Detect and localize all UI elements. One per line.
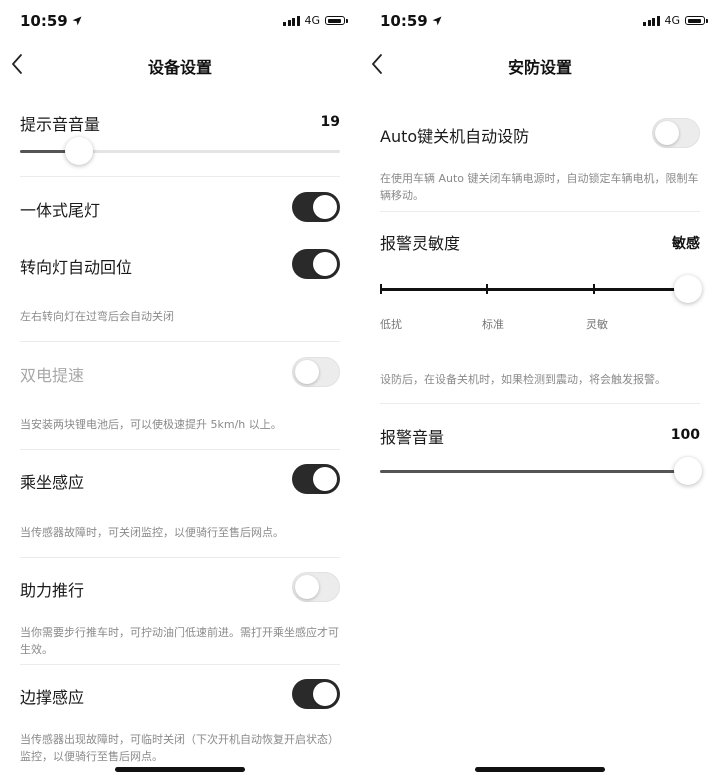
- integrated-taillight-label: 一体式尾灯: [20, 201, 101, 220]
- auto-lock-toggle[interactable]: [652, 118, 700, 148]
- status-time-text: 10:59: [20, 12, 68, 30]
- prompt-volume-thumb[interactable]: [64, 137, 93, 165]
- turn-signal-auto-reset-toggle[interactable]: [292, 249, 340, 279]
- location-arrow-icon: [432, 16, 442, 26]
- home-indicator[interactable]: [475, 767, 605, 772]
- battery-icon: [685, 16, 708, 25]
- battery-icon: [325, 16, 348, 25]
- dual-battery-boost-label: 双电提速: [20, 366, 85, 385]
- sensitivity-tick-0: [380, 284, 382, 294]
- seat-sensor-desc: 当传感器故障时，可关闭监控，以便骑行至售后网点。: [20, 526, 284, 539]
- alarm-volume-value: 100: [670, 427, 700, 443]
- network-type: 4G: [664, 14, 681, 27]
- divider: [20, 664, 340, 665]
- alarm-sensitivity-label: 报警灵敏度: [380, 234, 461, 253]
- sensitivity-tick-1: [486, 284, 488, 294]
- sensitivity-tick-2: [593, 284, 595, 294]
- push-assist-label: 助力推行: [20, 581, 85, 600]
- status-bar-time: 10:59: [20, 12, 82, 30]
- status-bar-indicators: 4G: [283, 14, 348, 27]
- auto-lock-label: Auto键关机自动设防: [380, 127, 530, 146]
- alarm-sensitivity-slider[interactable]: [380, 288, 700, 291]
- alarm-volume-thumb[interactable]: [674, 457, 702, 485]
- network-type: 4G: [304, 14, 321, 27]
- auto-lock-desc: 在使用车辆 Auto 键关闭车辆电源时，自动锁定车辆电机，限制车辆移动。: [380, 172, 699, 202]
- alarm-volume-label: 报警音量: [380, 428, 445, 447]
- seat-sensor-toggle[interactable]: [292, 464, 340, 494]
- divider: [20, 341, 340, 342]
- kickstand-sensor-label: 边撑感应: [20, 688, 85, 707]
- location-arrow-icon: [72, 16, 82, 26]
- divider: [20, 557, 340, 558]
- integrated-taillight-toggle[interactable]: [292, 192, 340, 222]
- divider: [380, 403, 700, 404]
- alarm-volume-slider[interactable]: [380, 470, 700, 473]
- seat-sensor-label: 乘坐感应: [20, 473, 85, 492]
- slider-fill: [380, 470, 688, 473]
- dual-battery-desc: 当安装两块锂电池后，可以使极速提升 5km/h 以上。: [20, 418, 282, 431]
- kickstand-sensor-desc: 当传感器出现故障时，可临时关闭（下次开机自动恢复开启状态）监控，以便骑行至售后网…: [20, 733, 339, 763]
- home-indicator[interactable]: [115, 767, 245, 772]
- signal-bars-icon: [643, 15, 660, 26]
- divider: [20, 449, 340, 450]
- prompt-volume-value: 19: [320, 114, 340, 130]
- turn-signal-auto-reset-label: 转向灯自动回位: [20, 258, 133, 277]
- divider: [380, 211, 700, 212]
- alarm-sensitivity-thumb[interactable]: [674, 275, 702, 303]
- security-settings-screen: 10:59 4G 安防设置 Auto键关机自动设防 在使用车辆 Auto 键关闭…: [360, 0, 720, 780]
- status-time-text: 10:59: [380, 12, 428, 30]
- device-settings-screen: 10:59 4G 设备设置 提示音音量 19 一体式尾灯 转向灯自动回位 左右转…: [0, 0, 360, 780]
- signal-bars-icon: [283, 15, 300, 26]
- kickstand-sensor-toggle[interactable]: [292, 679, 340, 709]
- status-bar-time: 10:59: [380, 12, 442, 30]
- divider: [20, 176, 340, 177]
- push-assist-toggle[interactable]: [292, 572, 340, 602]
- prompt-volume-label: 提示音音量: [20, 115, 101, 134]
- sensitivity-tick-label-standard: 标准: [482, 318, 504, 331]
- status-bar-indicators: 4G: [643, 14, 708, 27]
- page-title: 安防设置: [507, 58, 572, 77]
- sensitivity-tick-label-low: 低扰: [380, 318, 402, 331]
- turn-signal-desc: 左右转向灯在过弯后会自动关闭: [20, 310, 174, 323]
- dual-battery-boost-toggle[interactable]: [292, 357, 340, 387]
- alarm-sensitivity-value: 敏感: [672, 236, 700, 252]
- sensitivity-tick-label-sensitive: 灵敏: [586, 318, 608, 331]
- alarm-sensitivity-desc: 设防后，在设备关机时，如果检测到震动，将会触发报警。: [380, 373, 666, 386]
- page-title: 设备设置: [147, 58, 212, 77]
- push-assist-desc: 当你需要步行推车时，可拧动油门低速前进。需打开乘坐感应才可生效。: [20, 626, 339, 656]
